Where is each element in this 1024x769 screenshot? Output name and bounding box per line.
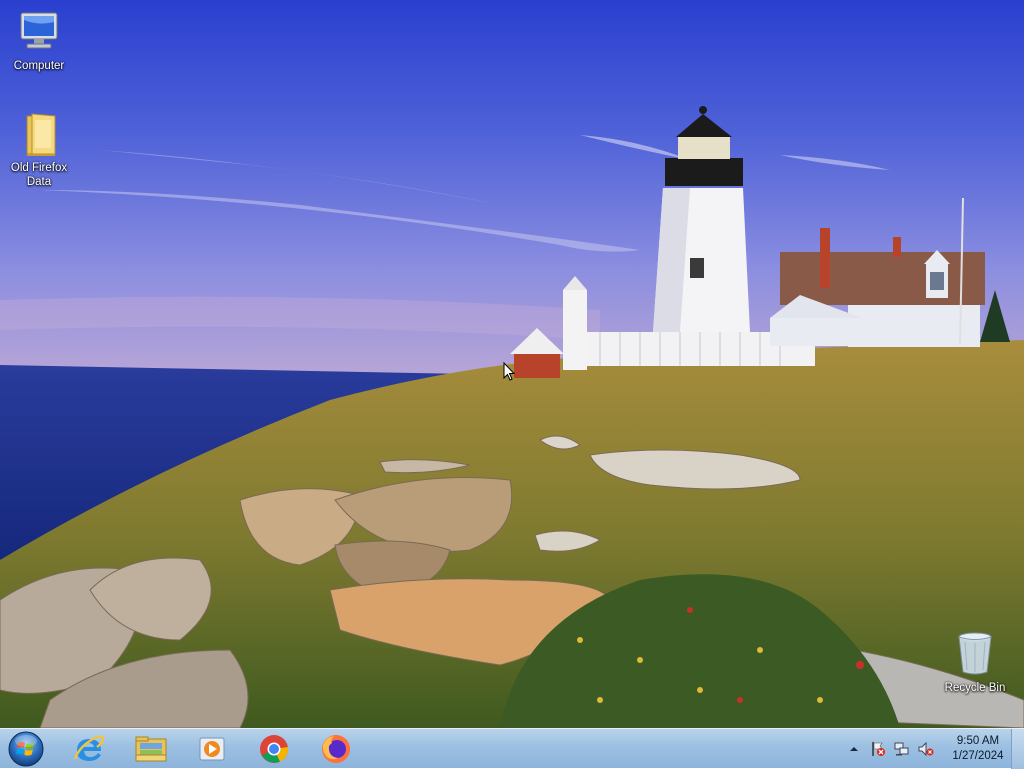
folder-icon: [26, 113, 56, 156]
tray-action-center[interactable]: [869, 740, 887, 758]
clock-time: 9:50 AM: [956, 735, 1000, 747]
taskbar-chrome[interactable]: [252, 731, 296, 767]
windows-logo-icon: [8, 731, 44, 767]
tray-network[interactable]: [893, 740, 911, 758]
taskbar: 9:50 AM 1/27/2024: [0, 728, 1024, 769]
chrome-icon: [260, 735, 289, 763]
start-button[interactable]: [4, 730, 48, 768]
desktop-icon-label: Computer: [13, 60, 65, 72]
chevron-up-icon: [850, 747, 858, 751]
system-clock[interactable]: 9:50 AM 1/27/2024: [946, 734, 1010, 764]
computer-icon: [20, 12, 58, 49]
desktop-icon-label: Recycle Bin: [944, 682, 1006, 694]
volume-muted-icon: [918, 741, 934, 757]
recycle-bin-icon: [958, 632, 992, 675]
flag-warning-icon: [872, 742, 885, 756]
mouse-cursor-icon: [503, 362, 515, 381]
taskbar-firefox[interactable]: [314, 731, 358, 767]
system-tray: 9:50 AM 1/27/2024: [842, 729, 1010, 769]
taskbar-media-player[interactable]: [190, 731, 234, 767]
clock-date: 1/27/2024: [952, 750, 1004, 762]
desktop-icon-recycle-bin[interactable]: Recycle Bin: [936, 630, 1014, 695]
desktop-icon-computer[interactable]: Computer: [0, 8, 78, 73]
network-icon: [894, 742, 909, 756]
firefox-icon: [322, 735, 350, 763]
internet-explorer-icon: [73, 735, 105, 761]
desktop: Computer Old Firefox Data Recycle Bin: [0, 0, 1024, 728]
media-player-icon: [199, 737, 225, 761]
tray-volume[interactable]: [917, 740, 935, 758]
desktop-icon-label: Old Firefox Data: [10, 162, 68, 188]
taskbar-file-explorer[interactable]: [129, 731, 173, 767]
file-explorer-icon: [135, 736, 167, 762]
show-hidden-icons-button[interactable]: [845, 740, 863, 758]
taskbar-internet-explorer[interactable]: [67, 731, 111, 767]
show-desktop-button[interactable]: [1011, 729, 1024, 769]
desktop-icon-old-firefox-data[interactable]: Old Firefox Data: [0, 110, 78, 189]
